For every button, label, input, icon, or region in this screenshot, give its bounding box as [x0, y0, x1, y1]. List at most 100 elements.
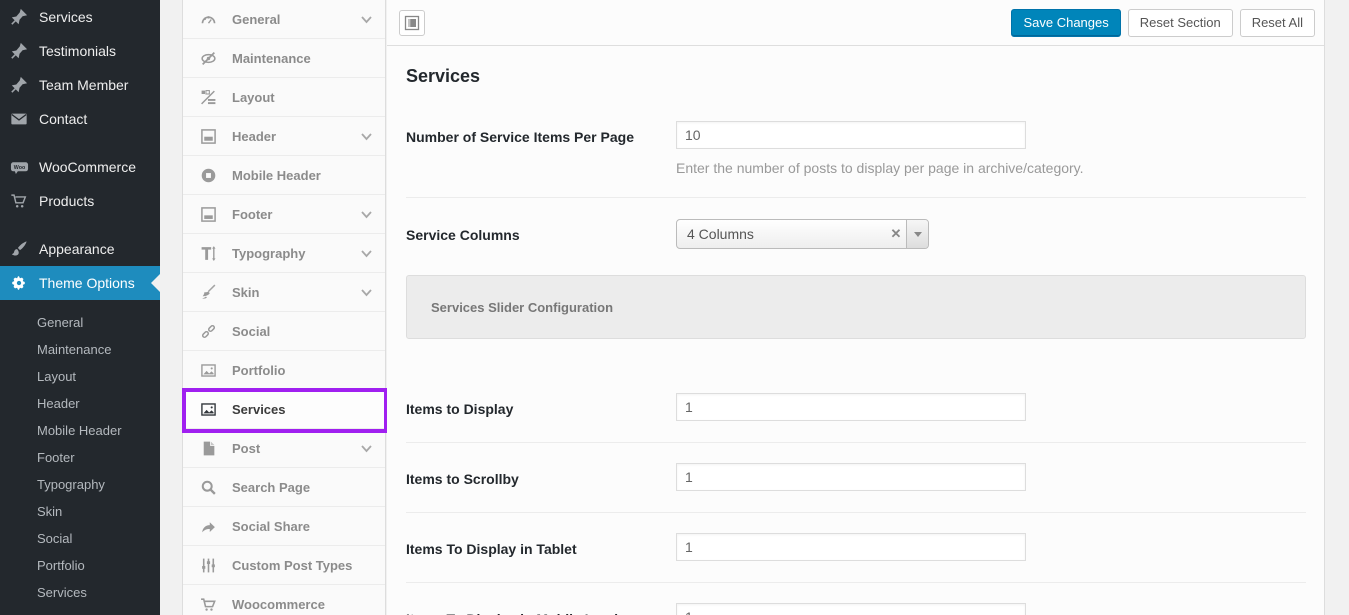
options-nav-label: Portfolio	[232, 363, 285, 378]
submenu-item-typography[interactable]: Typography	[0, 471, 160, 498]
layout-icon	[200, 89, 217, 106]
options-nav-services[interactable]: Services	[183, 390, 385, 429]
content-toolbar: Save Changes Reset Section Reset All	[387, 0, 1324, 46]
envelope-icon	[9, 109, 29, 129]
items-mobile-landscape-input[interactable]	[676, 603, 1026, 615]
submenu-item-portfolio[interactable]: Portfolio	[0, 552, 160, 579]
sidebar-item-products[interactable]: Products	[0, 184, 160, 218]
sidebar-item-theme-options[interactable]: Theme Options	[0, 266, 160, 300]
mobile-header-icon	[200, 167, 217, 184]
cart-icon	[9, 191, 29, 211]
sidebar-separator	[0, 218, 160, 232]
pin-icon	[9, 41, 29, 61]
sidebar-item-label: Testimonials	[39, 43, 116, 59]
sidebar-item-label: Theme Options	[39, 275, 135, 291]
options-nav-custom-post-types[interactable]: Custom Post Types	[183, 546, 385, 585]
pin-icon	[9, 7, 29, 27]
options-nav-label: Mobile Header	[232, 168, 321, 183]
submenu-item-social[interactable]: Social	[0, 525, 160, 552]
submenu-item-post[interactable]: Post	[0, 606, 160, 615]
submenu-item-mobile-header[interactable]: Mobile Header	[0, 417, 160, 444]
image-icon	[200, 401, 217, 418]
service-columns-select[interactable]: 4 Columns ✕	[676, 219, 929, 249]
submenu-item-header[interactable]: Header	[0, 390, 160, 417]
post-icon	[200, 440, 217, 457]
options-nav-label: Header	[232, 129, 276, 144]
options-nav-social-share[interactable]: Social Share	[183, 507, 385, 546]
options-nav-typography[interactable]: Typography	[183, 234, 385, 273]
options-nav-header[interactable]: Header	[183, 117, 385, 156]
field-label: Number of Service Items Per Page	[406, 121, 676, 176]
chevron-down-icon	[360, 207, 373, 222]
sidebar-item-label: Contact	[39, 111, 87, 127]
submenu-item-maintenance[interactable]: Maintenance	[0, 336, 160, 363]
theme-options-content: Save Changes Reset Section Reset All Ser…	[387, 0, 1325, 615]
options-nav-label: Social	[232, 324, 270, 339]
theme-options-section-nav: General Maintenance Layout Header	[182, 0, 386, 615]
sidebar-item-appearance[interactable]: Appearance	[0, 232, 160, 266]
content-body: Services Number of Service Items Per Pag…	[387, 46, 1324, 615]
field-row-items-per-page: Number of Service Items Per Page Enter t…	[406, 87, 1306, 198]
submenu-item-general[interactable]: General	[0, 309, 160, 336]
sidebar-item-services[interactable]: Services	[0, 0, 160, 34]
options-nav-social[interactable]: Social	[183, 312, 385, 351]
sliders-icon	[200, 557, 217, 574]
items-tablet-input[interactable]	[676, 533, 1026, 561]
sidebar-item-label: Products	[39, 193, 94, 209]
submenu-item-layout[interactable]: Layout	[0, 363, 160, 390]
image-icon	[200, 362, 217, 379]
sidebar-item-woocommerce[interactable]: Woo WooCommerce	[0, 150, 160, 184]
submenu-item-skin[interactable]: Skin	[0, 498, 160, 525]
selected-option: 4 Columns	[677, 226, 886, 242]
footer-icon	[200, 206, 217, 223]
submenu-item-footer[interactable]: Footer	[0, 444, 160, 471]
sidebar-item-label: Team Member	[39, 77, 128, 93]
theme-options-submenu: General Maintenance Layout Header Mobile…	[0, 300, 160, 615]
options-nav-label: Layout	[232, 90, 275, 105]
svg-text:Woo: Woo	[13, 165, 25, 171]
options-nav-label: Maintenance	[232, 51, 311, 66]
reset-section-button[interactable]: Reset Section	[1128, 9, 1233, 37]
dropdown-arrow-icon[interactable]	[906, 220, 928, 248]
options-nav-label: Woocommerce	[232, 597, 325, 612]
theme-options-screen: Services Testimonials Team Member Contac…	[0, 0, 1349, 615]
options-nav-woocommerce[interactable]: Woocommerce	[183, 585, 385, 615]
field-label: Items to Scrollby	[406, 463, 676, 491]
field-row-items-mobile-landscape: Items To Display in Mobile Landscape	[406, 583, 1306, 615]
items-per-page-input[interactable]	[676, 121, 1026, 149]
chevron-down-icon	[360, 285, 373, 300]
options-nav-post[interactable]: Post	[183, 429, 385, 468]
options-nav-label: Footer	[232, 207, 272, 222]
options-nav-search-page[interactable]: Search Page	[183, 468, 385, 507]
share-arrow-icon	[200, 518, 217, 535]
field-row-items-to-display: Items to Display	[406, 373, 1306, 443]
options-nav-label: Services	[232, 402, 286, 417]
items-to-scrollby-input[interactable]	[676, 463, 1026, 491]
items-to-display-input[interactable]	[676, 393, 1026, 421]
options-nav-label: Typography	[232, 246, 305, 261]
options-nav-portfolio[interactable]: Portfolio	[183, 351, 385, 390]
reset-all-button[interactable]: Reset All	[1240, 9, 1315, 37]
options-nav-mobile-header[interactable]: Mobile Header	[183, 156, 385, 195]
x-clear-icon[interactable]: ✕	[886, 226, 906, 242]
field-description: Enter the number of posts to display per…	[676, 160, 1306, 176]
toggle-sidebar-button[interactable]	[399, 10, 425, 36]
options-nav-label: Skin	[232, 285, 259, 300]
options-nav-general[interactable]: General	[183, 0, 385, 39]
search-icon	[200, 479, 217, 496]
chevron-down-icon	[360, 246, 373, 261]
sidebar-item-testimonials[interactable]: Testimonials	[0, 34, 160, 68]
sidebar-item-contact[interactable]: Contact	[0, 102, 160, 136]
woocommerce-icon: Woo	[9, 157, 29, 177]
submenu-item-services[interactable]: Services	[0, 579, 160, 606]
cart-icon	[200, 596, 217, 613]
options-nav-footer[interactable]: Footer	[183, 195, 385, 234]
toolbar-actions: Save Changes Reset Section Reset All	[1011, 9, 1315, 37]
sidebar-item-team-member[interactable]: Team Member	[0, 68, 160, 102]
typography-icon	[200, 245, 217, 262]
options-nav-maintenance[interactable]: Maintenance	[183, 39, 385, 78]
options-nav-skin[interactable]: Skin	[183, 273, 385, 312]
field-label: Items to Display	[406, 393, 676, 421]
save-changes-button[interactable]: Save Changes	[1011, 9, 1120, 37]
options-nav-layout[interactable]: Layout	[183, 78, 385, 117]
